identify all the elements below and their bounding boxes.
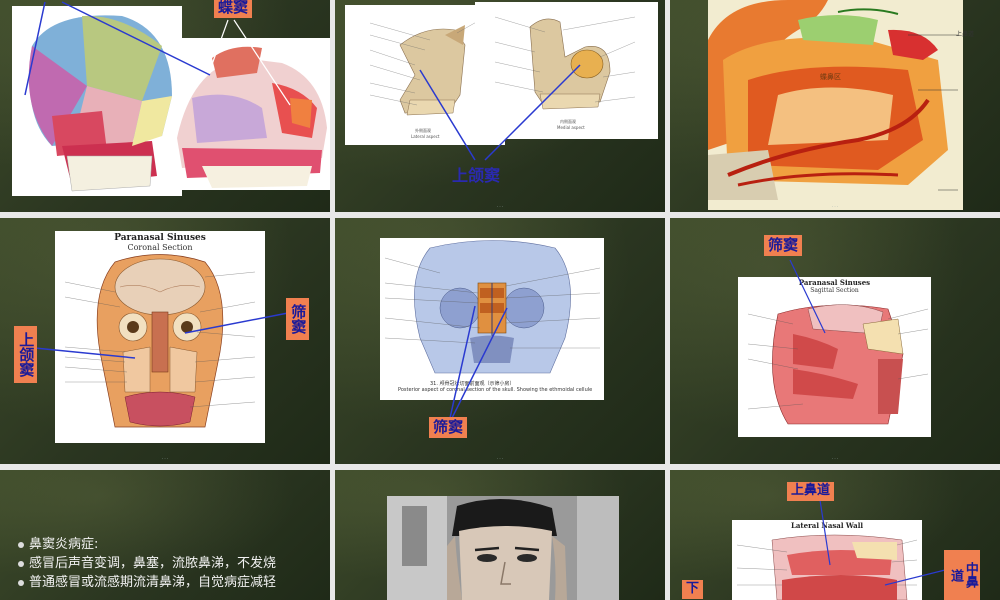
slide-thumbnail-3[interactable]: 上鼻道 蝶鼻区 · · ·	[670, 0, 1000, 212]
superior-meatus-label: 上鼻道	[787, 482, 835, 501]
bullet-item-3: 普通感冒或流感期流清鼻涕，自觉病症减轻	[18, 573, 276, 592]
slide-footer: · · ·	[161, 456, 169, 461]
slide-thumbnail-2[interactable]: 外侧面观 Lateral aspect 内侧面观 Medial aspect 上…	[335, 0, 665, 212]
middle-region-caption: 蝶鼻区	[820, 73, 841, 81]
pointer-lines	[789, 259, 826, 334]
middle-meatus-label: 中鼻道	[944, 550, 980, 600]
slide-thumbnail-5[interactable]: 31. 颅骨冠状切面前面观（示筛小房） Posterior aspect of …	[335, 218, 665, 464]
superior-meatus-caption: 上鼻道	[956, 31, 975, 38]
slide-thumbnail-1[interactable]: 蝶窦	[0, 0, 330, 212]
slide-thumbnail-7[interactable]: 鼻窦炎病症: 感冒后声音变调，鼻塞，流脓鼻涕，不发烧 普通感冒或流感期流清鼻涕，…	[0, 470, 330, 600]
ethmoid-sinus-label: 筛窦	[764, 235, 803, 257]
bullet-dot	[18, 541, 24, 548]
slide-thumbnail-8[interactable]	[335, 470, 665, 600]
pointer-lines	[34, 312, 289, 359]
pointer-lines	[449, 305, 508, 419]
maxillary-sinus-label: 上颌窦	[452, 166, 501, 185]
bullet-item-1: 鼻窦炎病症:	[18, 535, 98, 554]
ethmoid-sinus-label: 筛窦	[429, 417, 468, 439]
ethmoid-sinus-label: 筛窦	[286, 298, 310, 340]
slide-thumbnail-9[interactable]: Lateral Nasal Wall 上鼻道 中鼻道 下	[670, 470, 1000, 600]
bullet-dot	[18, 579, 24, 586]
slide-footer: · · ·	[831, 456, 839, 461]
patient-photo	[387, 496, 619, 600]
slide-thumbnail-6[interactable]: Paranasal Sinuses Sagittal Section 筛窦 · …	[670, 218, 1000, 464]
bullet-dot	[18, 560, 24, 567]
slide-footer: · · ·	[496, 456, 504, 461]
pointer-lines	[24, 1, 291, 106]
sphenoid-sinus-label: 蝶窦	[214, 0, 253, 19]
slide-thumbnail-4[interactable]: Paranasal Sinuses Coronal Section 筛窦 上颌窦…	[0, 218, 330, 464]
nasal-airflow-illustration	[708, 0, 963, 210]
maxillary-sinus-label: 上颌窦	[14, 326, 38, 383]
bullet-item-2: 感冒后声音变调，鼻塞，流脓鼻涕，不发烧	[18, 554, 276, 573]
inferior-meatus-label: 下	[682, 580, 704, 599]
slide-footer: · · ·	[831, 204, 839, 209]
slide-footer: · · ·	[496, 204, 504, 209]
